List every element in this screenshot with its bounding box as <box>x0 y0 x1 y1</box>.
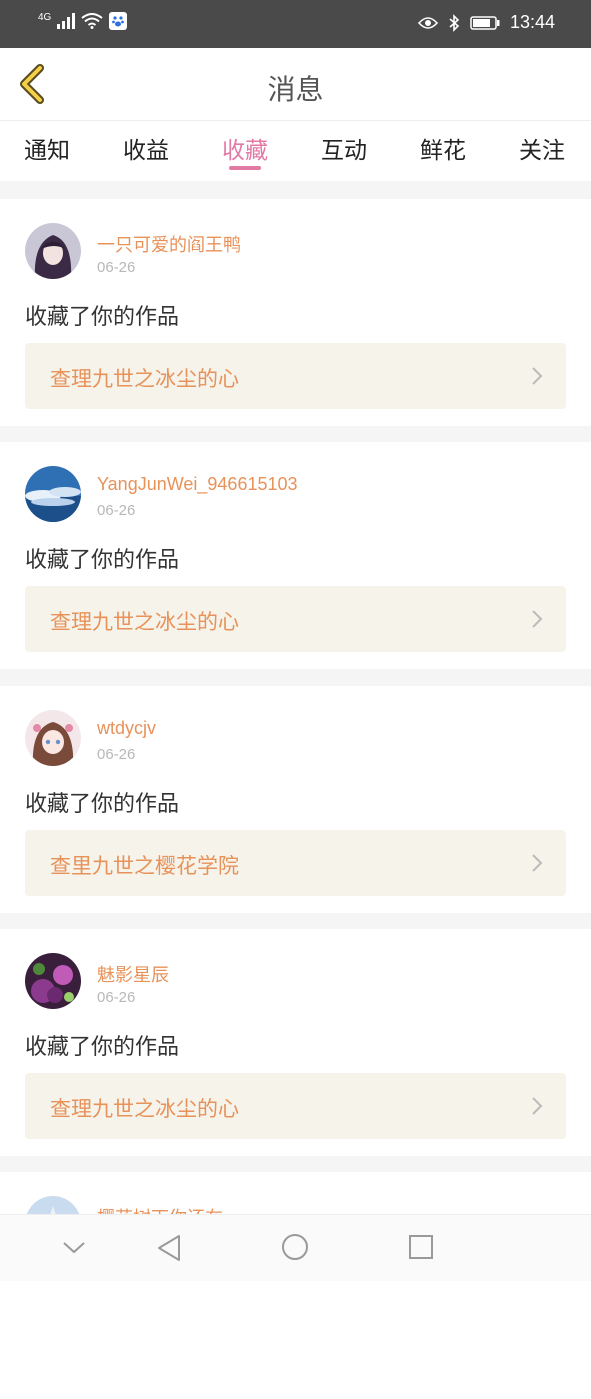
message-action: 收藏了你的作品 <box>25 792 180 817</box>
baidu-app-icon <box>109 12 128 30</box>
chevron-down-icon[interactable] <box>62 1240 86 1256</box>
avatar[interactable] <box>25 710 81 766</box>
avatar[interactable] <box>25 953 81 1009</box>
page-title: 消息 <box>267 73 324 106</box>
app-header: 消息 <box>0 48 591 121</box>
message-date: 06-26 <box>97 259 136 276</box>
message-action: 收藏了你的作品 <box>25 548 180 573</box>
message-card: 一只可爱的阎王鸭 06-26 收藏了你的作品 查理九世之冰尘的心 <box>0 199 591 426</box>
work-link[interactable]: 查里九世之樱花学院 <box>25 830 566 896</box>
message-date: 06-26 <box>97 746 136 763</box>
home-nav-icon[interactable] <box>281 1233 309 1261</box>
message-date: 06-26 <box>97 502 136 519</box>
chevron-right-icon <box>532 367 543 385</box>
signal-icon <box>57 13 76 29</box>
chevron-right-icon <box>532 854 543 872</box>
battery-icon <box>470 15 500 30</box>
status-bar: 4G 13:44 <box>0 0 591 48</box>
work-link[interactable]: 查理九世之冰尘的心 <box>25 1073 566 1139</box>
message-card: wtdycjv 06-26 收藏了你的作品 查里九世之樱花学院 <box>0 686 591 913</box>
active-tab-indicator <box>229 166 261 170</box>
message-action: 收藏了你的作品 <box>25 305 180 330</box>
avatar[interactable] <box>25 466 81 522</box>
message-card: 魅影星辰 06-26 收藏了你的作品 查理九世之冰尘的心 <box>0 929 591 1156</box>
eye-comfort-icon <box>417 16 438 29</box>
message-card: YangJunWei_946615103 06-26 收藏了你的作品 查理九世之… <box>0 442 591 669</box>
message-action: 收藏了你的作品 <box>25 1035 180 1060</box>
username[interactable]: 魅影星辰 <box>97 961 169 987</box>
bluetooth-icon <box>449 13 460 32</box>
work-title: 查里九世之樱花学院 <box>50 854 239 878</box>
tab-favorites[interactable]: 收藏 <box>222 131 268 165</box>
tab-flowers[interactable]: 鲜花 <box>420 131 466 165</box>
message-date: 06-26 <box>97 989 136 1006</box>
system-nav-bar <box>0 1214 591 1281</box>
work-link[interactable]: 查理九世之冰尘的心 <box>25 343 566 409</box>
work-title: 查理九世之冰尘的心 <box>50 367 239 391</box>
chevron-right-icon <box>532 1097 543 1115</box>
message-card: 樱花树下你还在 <box>0 1172 591 1399</box>
tab-earnings[interactable]: 收益 <box>123 131 169 165</box>
username[interactable]: 一只可爱的阎王鸭 <box>97 231 241 257</box>
tab-notifications[interactable]: 通知 <box>24 131 70 165</box>
network-label: 4G <box>38 11 52 23</box>
clock: 13:44 <box>509 12 555 32</box>
username[interactable]: wtdycjv <box>97 718 156 739</box>
username[interactable]: YangJunWei_946615103 <box>97 474 298 495</box>
tab-interactions[interactable]: 互动 <box>321 131 367 165</box>
tab-bar: 通知 收益 收藏 互动 鲜花 关注 <box>0 121 591 181</box>
work-title: 查理九世之冰尘的心 <box>50 1097 239 1121</box>
recents-nav-icon[interactable] <box>408 1234 434 1260</box>
tab-following[interactable]: 关注 <box>519 131 565 165</box>
work-title: 查理九世之冰尘的心 <box>50 610 239 634</box>
wifi-icon <box>81 13 103 29</box>
avatar[interactable] <box>25 223 81 279</box>
back-nav-icon[interactable] <box>156 1233 182 1263</box>
chevron-right-icon <box>532 610 543 628</box>
work-link[interactable]: 查理九世之冰尘的心 <box>25 586 566 652</box>
